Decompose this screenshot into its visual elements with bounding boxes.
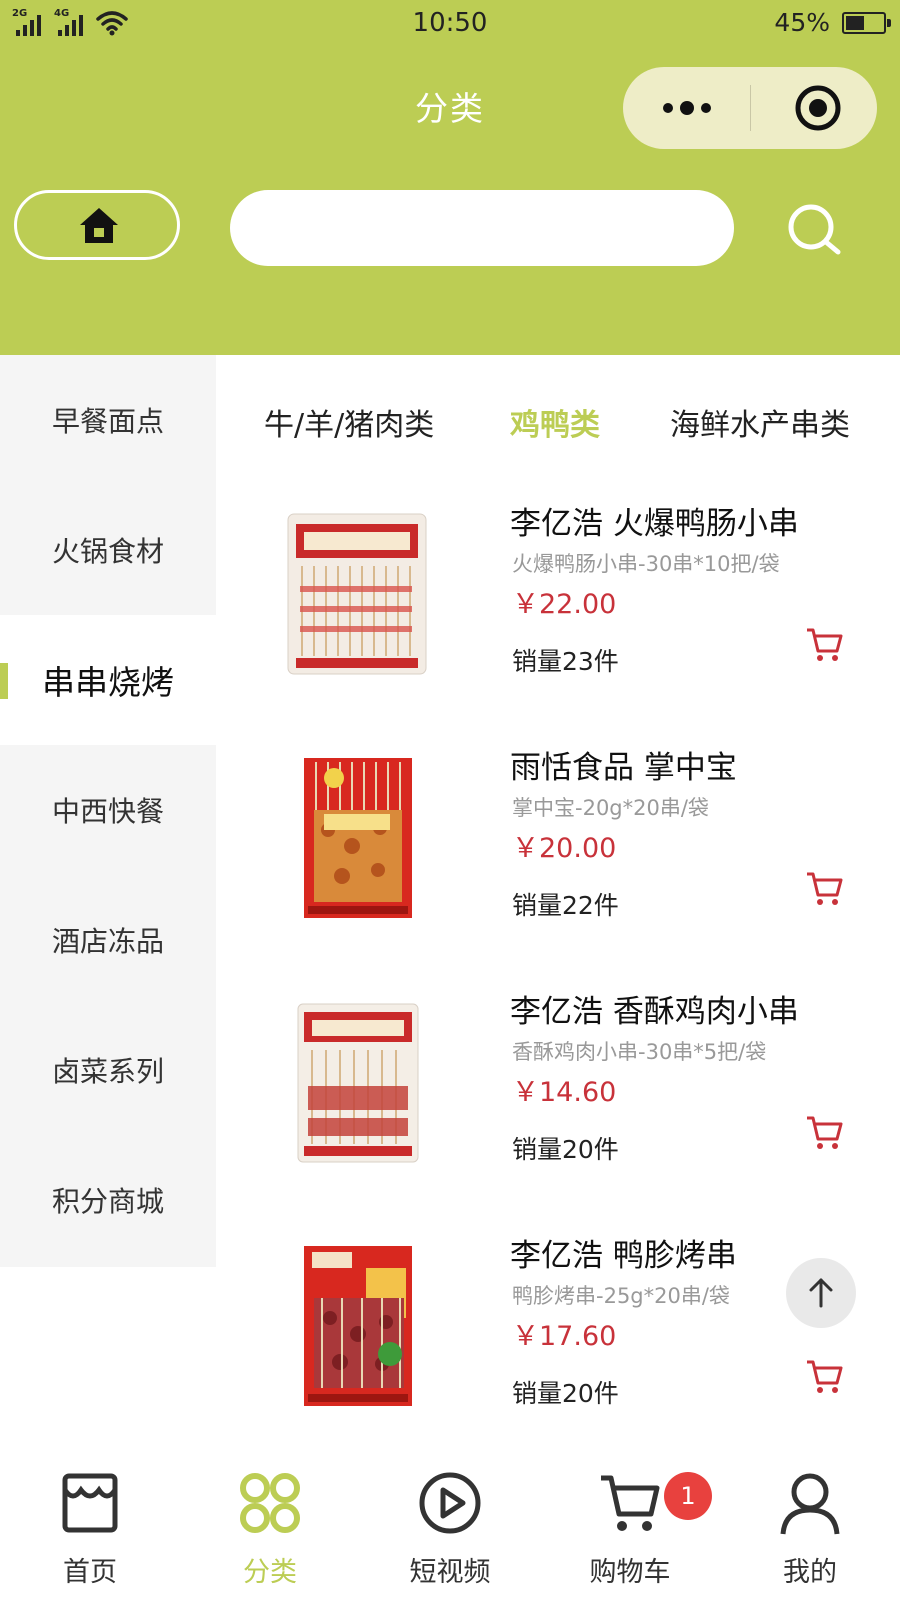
add-to-cart-icon[interactable] — [804, 624, 844, 664]
product-sales: 销量20件 — [512, 1135, 619, 1164]
tab-home[interactable]: 首页 — [0, 1462, 180, 1600]
grid-icon — [240, 1473, 300, 1533]
shop-icon — [62, 1473, 118, 1533]
tab-seafood[interactable]: 海鲜水产串类 — [670, 400, 850, 444]
product-price: ￥17.60 — [512, 1321, 617, 1352]
miniprogram-capsule — [623, 67, 877, 149]
tab-label: 首页 — [63, 1557, 117, 1588]
sidebar-item-label: 酒店冻品 — [51, 925, 164, 958]
sidebar-item-label: 中西快餐 — [51, 795, 164, 828]
search-icon[interactable] — [784, 200, 846, 262]
product-card[interactable]: 李亿浩 鸭胗烤串 鸭胗烤串-25g*20串/袋 ￥17.60 销量20件 — [232, 1216, 882, 1460]
product-sales: 销量20件 — [512, 1379, 619, 1408]
product-image[interactable] — [282, 506, 432, 681]
product-card[interactable]: 李亿浩 香酥鸡肉小串 香酥鸡肉小串-30串*5把/袋 ￥14.60 销量20件 — [232, 972, 882, 1216]
status-bar: 2G 4G 10:50 45% — [0, 0, 900, 50]
product-image[interactable] — [282, 750, 432, 925]
arrow-up-icon — [809, 1278, 833, 1308]
tab-label: 我的 — [783, 1557, 837, 1588]
tab-video[interactable]: 短视频 — [360, 1462, 540, 1600]
cart-icon — [601, 1475, 660, 1531]
sidebar-item-label: 卤菜系列 — [51, 1055, 164, 1088]
battery-percent: 45% — [774, 8, 830, 37]
sidebar-item-label: 早餐面点 — [51, 405, 164, 438]
capsule-divider — [750, 85, 751, 131]
sidebar-item-label: 串串烧烤 — [42, 663, 174, 702]
tab-cart[interactable]: 1 购物车 — [540, 1462, 720, 1600]
sidebar-item-points-mall[interactable]: 积分商城 — [0, 1135, 216, 1265]
header: 2G 4G 10:50 45% 分类 — [0, 0, 900, 355]
sidebar-item-label: 火锅食材 — [51, 535, 164, 568]
product-name: 李亿浩 鸭胗烤串 — [510, 1238, 737, 1274]
product-panel: 牛/羊/猪肉类 鸡鸭类 海鲜水产串类 李亿浩 火爆鸭肠小串 火爆鸭肠小串-30串… — [232, 372, 882, 1462]
category-sidebar: 早餐面点 火锅食材 串串烧烤 中西快餐 酒店冻品 卤菜系列 积分商城 — [0, 355, 216, 1267]
product-price: ￥22.00 — [512, 589, 617, 620]
active-indicator — [0, 663, 8, 699]
sidebar-item-breakfast[interactable]: 早餐面点 — [0, 355, 216, 485]
product-name: 李亿浩 火爆鸭肠小串 — [510, 506, 799, 542]
battery-icon — [842, 12, 891, 34]
product-image[interactable] — [282, 1238, 432, 1413]
add-to-cart-icon[interactable] — [804, 868, 844, 908]
product-sales: 销量22件 — [512, 891, 619, 920]
tab-profile[interactable]: 我的 — [720, 1462, 900, 1600]
product-spec: 火爆鸭肠小串-30串*10把/袋 — [512, 552, 780, 576]
sidebar-item-skewers[interactable]: 串串烧烤 — [0, 615, 216, 745]
sidebar-item-hotpot[interactable]: 火锅食材 — [0, 485, 216, 615]
product-price: ￥14.60 — [512, 1077, 617, 1108]
bottom-tab-bar: 首页 分类 短视频 1 购物车 我的 — [0, 1462, 900, 1600]
subcategory-tabs: 牛/羊/猪肉类 鸡鸭类 海鲜水产串类 — [232, 372, 882, 472]
clock: 10:50 — [412, 8, 488, 38]
sidebar-item-label: 积分商城 — [51, 1185, 164, 1218]
product-spec: 香酥鸡肉小串-30串*5把/袋 — [512, 1040, 767, 1064]
tab-poultry[interactable]: 鸡鸭类 — [510, 400, 600, 444]
sidebar-item-braised[interactable]: 卤菜系列 — [0, 1005, 216, 1135]
product-sales: 销量23件 — [512, 647, 619, 676]
product-price: ￥20.00 — [512, 833, 617, 864]
tab-category[interactable]: 分类 — [180, 1462, 360, 1600]
tab-label: 购物车 — [589, 1557, 671, 1588]
product-card[interactable]: 李亿浩 火爆鸭肠小串 火爆鸭肠小串-30串*10把/袋 ￥22.00 销量23件 — [232, 484, 882, 728]
target-icon[interactable] — [793, 83, 843, 133]
product-card[interactable]: 雨恬食品 掌中宝 掌中宝-20g*20串/袋 ￥20.00 销量22件 — [232, 728, 882, 972]
add-to-cart-icon[interactable] — [804, 1356, 844, 1396]
product-name: 李亿浩 香酥鸡肉小串 — [510, 994, 799, 1030]
product-name: 雨恬食品 掌中宝 — [510, 750, 737, 786]
cart-badge: 1 — [664, 1472, 712, 1520]
tab-label: 短视频 — [409, 1557, 491, 1588]
play-icon — [419, 1472, 481, 1534]
search-input[interactable] — [230, 190, 734, 266]
add-to-cart-icon[interactable] — [804, 1112, 844, 1152]
more-icon[interactable] — [663, 95, 723, 121]
product-image[interactable] — [282, 994, 432, 1169]
tab-meat[interactable]: 牛/羊/猪肉类 — [264, 400, 434, 444]
sidebar-item-frozen[interactable]: 酒店冻品 — [0, 875, 216, 1005]
product-spec: 掌中宝-20g*20串/袋 — [512, 796, 709, 820]
product-spec: 鸭胗烤串-25g*20串/袋 — [512, 1284, 730, 1308]
home-button[interactable] — [14, 190, 180, 260]
tab-label: 分类 — [243, 1557, 297, 1588]
home-icon — [80, 208, 118, 243]
back-to-top-button[interactable] — [786, 1258, 856, 1328]
user-icon — [780, 1473, 840, 1535]
sidebar-item-fastfood[interactable]: 中西快餐 — [0, 745, 216, 875]
